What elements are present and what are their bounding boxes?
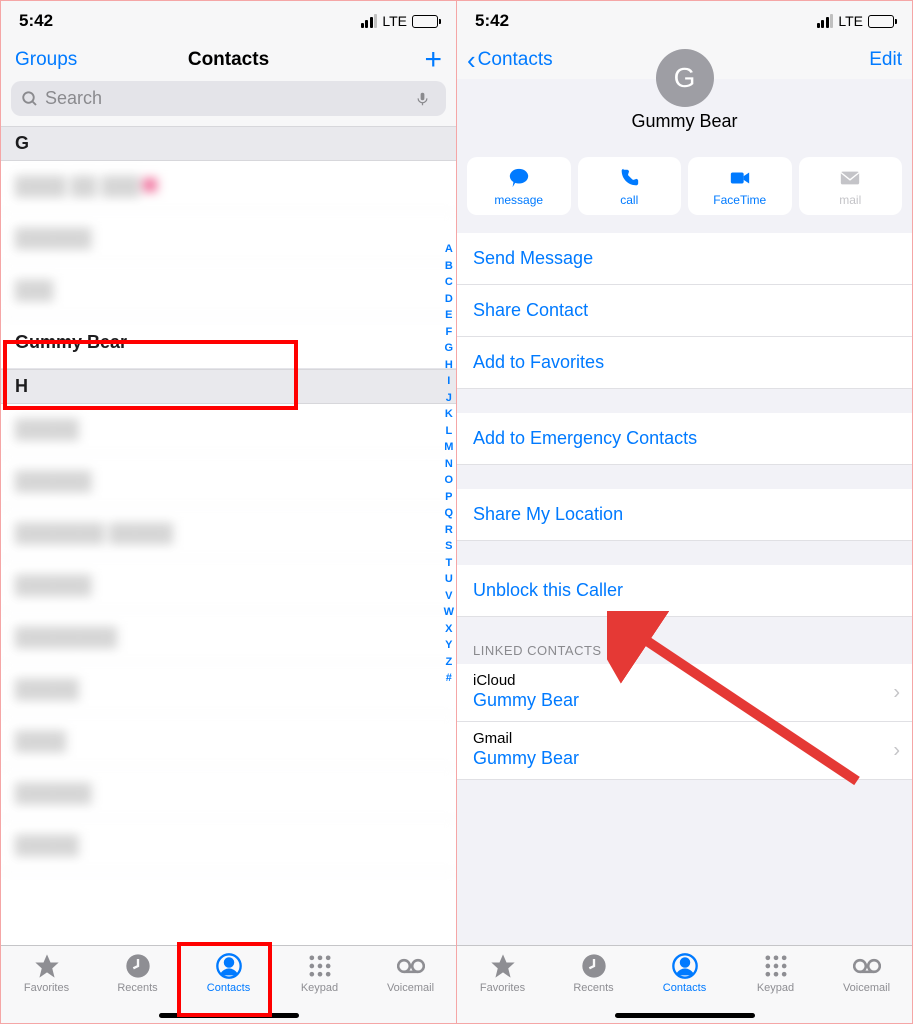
time: 5:42 (475, 11, 509, 31)
contacts-list-h[interactable]: █████ ██████ ███████ █████ ██████ ██████… (1, 404, 456, 945)
tab-recents[interactable]: Recents (548, 952, 639, 994)
linked-source: iCloud (473, 672, 896, 689)
index-strip[interactable]: ABCDEFGHIJKLMNOPQRSTUVWXYZ# (444, 241, 454, 687)
contact-icon (671, 952, 699, 980)
mail-icon (837, 167, 863, 189)
home-indicator[interactable] (615, 1013, 755, 1018)
battery-icon (868, 15, 894, 28)
list-item[interactable]: ██████ (1, 456, 456, 508)
battery-icon (412, 15, 438, 28)
tab-voicemail[interactable]: Voicemail (365, 952, 456, 994)
action-row: message call FaceTime mail (457, 157, 912, 215)
list-item[interactable]: █████ (1, 664, 456, 716)
chevron-right-icon: › (893, 681, 900, 704)
send-message-cell[interactable]: Send Message (457, 233, 912, 285)
list-item[interactable]: ██████ (1, 213, 456, 265)
time: 5:42 (19, 11, 53, 31)
tab-contacts[interactable]: Contacts (639, 952, 730, 994)
contacts-list-pane: 5:42 LTE Groups Contacts + Search G ████… (1, 1, 456, 1023)
mail-button: mail (799, 157, 903, 215)
voicemail-icon (853, 952, 881, 980)
nav-bar: Groups Contacts + (1, 41, 456, 77)
message-button[interactable]: message (467, 157, 571, 215)
share-location-cell[interactable]: Share My Location (457, 489, 912, 541)
list-item[interactable]: ████████ (1, 612, 456, 664)
phone-icon (616, 167, 642, 189)
linked-name: Gummy Bear (473, 748, 896, 769)
contacts-list[interactable]: ████ ██ ███ ██████ ███ Gummy Bear (1, 161, 456, 369)
chevron-right-icon: › (893, 739, 900, 762)
section-header-g: G (1, 126, 456, 161)
add-favorites-cell[interactable]: Add to Favorites (457, 337, 912, 389)
signal-icon (817, 14, 834, 28)
signal-icon (361, 14, 378, 28)
list-item[interactable]: ████ (1, 716, 456, 768)
share-contact-cell[interactable]: Share Contact (457, 285, 912, 337)
annotation-highlight-tab (177, 942, 272, 1017)
list-item[interactable]: ████ ██ ███ (1, 161, 456, 213)
add-emergency-cell[interactable]: Add to Emergency Contacts (457, 413, 912, 465)
list-item[interactable]: ███████ █████ (1, 508, 456, 560)
clock-icon (124, 952, 152, 980)
groups-button[interactable]: Groups (15, 49, 85, 71)
search-icon (21, 90, 39, 108)
contact-detail-pane: 5:42 LTE ‹Contacts Edit G Gummy Bear mes… (456, 1, 912, 1023)
search-input[interactable]: Search (11, 81, 446, 116)
linked-name: Gummy Bear (473, 690, 896, 711)
network-label: LTE (838, 13, 863, 29)
call-button[interactable]: call (578, 157, 682, 215)
unblock-caller-cell[interactable]: Unblock this Caller (457, 565, 912, 617)
list-item[interactable]: █████ (1, 820, 456, 872)
mic-icon[interactable] (415, 89, 430, 109)
add-contact-button[interactable]: + (372, 50, 442, 70)
avatar: G (656, 49, 714, 107)
page-title: Contacts (85, 49, 372, 71)
status-bar: 5:42 LTE (1, 1, 456, 41)
star-icon (489, 952, 517, 980)
keypad-icon (306, 952, 334, 980)
tab-recents[interactable]: Recents (92, 952, 183, 994)
chevron-left-icon: ‹ (467, 51, 476, 69)
linked-contact-row[interactable]: iCloud Gummy Bear › (457, 664, 912, 722)
star-icon (33, 952, 61, 980)
voicemail-icon (397, 952, 425, 980)
network-label: LTE (382, 13, 407, 29)
list-item[interactable]: ██████ (1, 768, 456, 820)
facetime-button[interactable]: FaceTime (688, 157, 792, 215)
message-icon (506, 167, 532, 189)
list-item[interactable]: ██████ (1, 560, 456, 612)
edit-button[interactable]: Edit (869, 49, 902, 71)
tab-keypad[interactable]: Keypad (730, 952, 821, 994)
search-placeholder: Search (45, 88, 102, 109)
contact-header: G Gummy Bear (631, 49, 737, 132)
tab-bar: Favorites Recents Contacts Keypad Voicem… (457, 945, 912, 1023)
linked-source: Gmail (473, 730, 896, 747)
status-bar: 5:42 LTE (457, 1, 912, 41)
linked-contacts-header: LINKED CONTACTS (457, 617, 912, 664)
clock-icon (580, 952, 608, 980)
keypad-icon (762, 952, 790, 980)
annotation-highlight-contact (3, 340, 298, 410)
tab-voicemail[interactable]: Voicemail (821, 952, 912, 994)
back-button[interactable]: ‹Contacts (467, 49, 553, 71)
list-item[interactable]: ███ (1, 265, 456, 317)
tab-favorites[interactable]: Favorites (457, 952, 548, 994)
contact-name: Gummy Bear (631, 111, 737, 132)
tab-favorites[interactable]: Favorites (1, 952, 92, 994)
linked-contact-row[interactable]: Gmail Gummy Bear › (457, 722, 912, 780)
list-item[interactable]: █████ (1, 404, 456, 456)
tab-keypad[interactable]: Keypad (274, 952, 365, 994)
video-icon (727, 167, 753, 189)
